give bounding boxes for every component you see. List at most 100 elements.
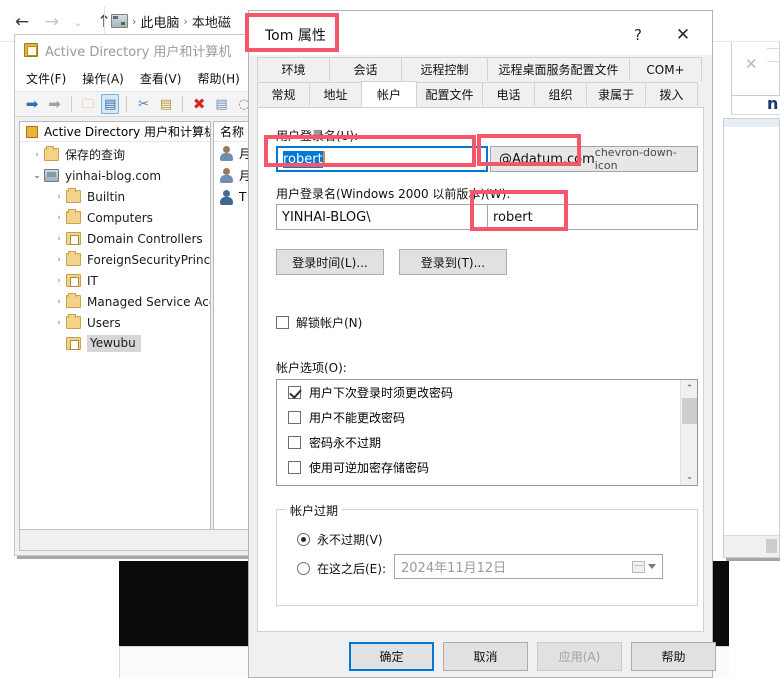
option-row[interactable]: 用户不能更改密码 — [277, 405, 697, 430]
chevron-down-icon[interactable]: ⌄ — [30, 171, 44, 181]
ok-button[interactable]: 确定 — [349, 642, 434, 671]
cancel-button[interactable]: 取消 — [443, 642, 528, 671]
checkbox-box[interactable] — [288, 436, 301, 449]
tree-item-managed-service-accounts[interactable]: › Managed Service Acco — [20, 291, 210, 312]
tab-general[interactable]: 常规 — [257, 82, 310, 106]
back-icon[interactable]: ← — [8, 10, 36, 34]
scroll-thumb[interactable] — [682, 398, 697, 424]
tree-item-it[interactable]: › IT — [20, 270, 210, 291]
back-arrow-icon[interactable]: ➡ — [23, 94, 41, 114]
chevron-down-icon[interactable]: chevron-down-icon — [595, 146, 689, 172]
tab-com-plus[interactable]: COM+ — [629, 57, 702, 81]
checkbox-box[interactable] — [288, 386, 301, 399]
chevron-right-icon[interactable]: › — [52, 255, 66, 265]
option-row[interactable]: 用户下次登录时须更改密码 — [277, 380, 697, 405]
account-options-listbox[interactable]: 用户下次登录时须更改密码 用户不能更改密码 密码永不过期 使用可逆加密存储密码 … — [276, 379, 698, 486]
tree-list: › 保存的查询 ⌄ yinhai-blog.com › Builtin › Co… — [20, 142, 210, 354]
background-panel-header — [724, 119, 779, 127]
tree-item-users[interactable]: › Users — [20, 312, 210, 333]
tab-remote-control[interactable]: 远程控制 — [401, 57, 488, 81]
up-folder-icon[interactable]: 🗀 — [79, 94, 97, 114]
tab-environment[interactable]: 环境 — [257, 57, 330, 81]
user-logon-name-input[interactable]: robert — [276, 146, 488, 172]
menu-view[interactable]: 查看(V) — [140, 70, 182, 87]
background-panel-scroll-thumb[interactable] — [766, 539, 777, 553]
tab-telephones[interactable]: 电话 — [482, 82, 535, 106]
tree-item-yewubu[interactable]: Yewubu — [20, 333, 210, 354]
forward-arrow-icon[interactable]: ➡ — [45, 94, 63, 114]
calendar-icon[interactable] — [632, 560, 656, 573]
tree-item-domain-controllers[interactable]: › Domain Controllers — [20, 228, 210, 249]
forward-icon[interactable]: → — [38, 10, 66, 34]
delete-icon[interactable]: ✖ — [190, 94, 208, 114]
tree-item-label: IT — [87, 273, 98, 288]
tab-sessions[interactable]: 会话 — [329, 57, 402, 81]
tab-dial-in[interactable]: 拨入 — [645, 82, 698, 106]
log-on-to-button[interactable]: 登录到(T)... — [399, 249, 507, 275]
checkbox-box[interactable] — [288, 461, 301, 474]
user-logon-name-value: robert — [283, 150, 323, 168]
breadcrumb[interactable]: › 此电脑 › 本地磁 — [104, 6, 237, 36]
scroll-up-icon[interactable]: ⌃ — [681, 380, 697, 397]
list-item[interactable]: T — [214, 186, 248, 208]
tree-item-domain[interactable]: ⌄ yinhai-blog.com — [20, 165, 210, 186]
checkbox-box[interactable] — [276, 316, 289, 329]
background-close-icon[interactable]: ✕ — [745, 55, 758, 73]
never-expires-radio[interactable]: 永不过期(V) — [297, 531, 383, 548]
tree-item-label: Domain Controllers — [87, 231, 203, 246]
logon-hours-button[interactable]: 登录时间(L)... — [276, 249, 384, 275]
end-of-label: 在这之后(E): — [317, 562, 386, 576]
list-item[interactable]: 月 — [214, 164, 248, 186]
radio-dot[interactable] — [297, 533, 310, 546]
properties-icon[interactable]: ▤ — [212, 94, 230, 114]
chevron-right-icon[interactable]: › — [52, 276, 66, 286]
tab-address[interactable]: 地址 — [309, 82, 362, 106]
menu-help[interactable]: 帮助(H) — [197, 70, 239, 87]
menu-action[interactable]: 操作(A) — [82, 70, 124, 87]
tab-rds-profile[interactable]: 远程桌面服务配置文件 — [487, 57, 630, 81]
options-vertical-scrollbar[interactable]: ⌃ ⌄ — [680, 380, 697, 485]
show-hide-console-tree-icon[interactable]: ▤ — [100, 94, 120, 114]
upn-suffix-combobox[interactable]: @Adatum.com chevron-down-icon — [490, 146, 698, 172]
option-row[interactable]: 使用可逆加密存储密码 — [277, 455, 697, 480]
help-icon[interactable]: ? — [624, 23, 652, 47]
tab-member-of[interactable]: 隶属于 — [586, 82, 646, 106]
paste-icon[interactable]: ▤ — [157, 94, 175, 114]
results-column-header[interactable]: 名称 — [214, 122, 248, 142]
end-of-radio[interactable]: 在这之后(E): — [297, 560, 386, 577]
pre-windows-2000-logon-input[interactable]: robert — [488, 204, 698, 230]
tab-account[interactable]: 帐户 — [361, 81, 417, 107]
chevron-right-icon[interactable]: › — [52, 213, 66, 223]
menu-file[interactable]: 文件(F) — [26, 70, 66, 87]
user-group-icon — [219, 189, 234, 205]
breadcrumb-item-1[interactable]: 本地磁 — [192, 12, 231, 31]
tree-item-computers[interactable]: › Computers — [20, 207, 210, 228]
tab-profile[interactable]: 配置文件 — [416, 82, 483, 106]
chevron-right-icon[interactable]: › — [52, 234, 66, 244]
close-icon[interactable]: ✕ — [668, 23, 698, 47]
unlock-account-checkbox[interactable]: 解锁帐户(N) — [276, 314, 362, 331]
tree-item-saved-queries[interactable]: › 保存的查询 — [20, 144, 210, 165]
dialog-title-bar: Tom 属性 ? ✕ — [249, 11, 712, 55]
chevron-right-icon[interactable]: › — [52, 297, 66, 307]
tab-organization[interactable]: 组织 — [534, 82, 587, 106]
help-button[interactable]: 帮助 — [631, 642, 716, 671]
results-pane: 名称 月 月 T — [213, 121, 249, 551]
list-item[interactable]: 月 — [214, 142, 248, 164]
checkbox-box[interactable] — [288, 411, 301, 424]
option-row[interactable]: 密码永不过期 — [277, 430, 697, 455]
radio-dot[interactable] — [297, 562, 310, 575]
chevron-right-icon[interactable]: › — [30, 150, 44, 160]
scroll-down-icon[interactable]: ⌄ — [681, 468, 697, 485]
tree-item-foreign-security-principals[interactable]: › ForeignSecurityPrincipa — [20, 249, 210, 270]
expiry-date-picker[interactable]: 2024年11月12日 — [394, 554, 663, 579]
cut-icon[interactable]: ✂ — [134, 94, 152, 114]
chevron-right-icon[interactable]: › — [52, 318, 66, 328]
tree-item-label: Managed Service Acco — [87, 294, 211, 309]
recent-locations-icon[interactable]: ⌄ — [68, 10, 88, 34]
chevron-right-icon[interactable]: › — [52, 192, 66, 202]
tree-item-label: Users — [87, 315, 121, 330]
breadcrumb-item-0[interactable]: 此电脑 — [140, 12, 179, 31]
folder-icon — [66, 251, 81, 266]
tree-item-builtin[interactable]: › Builtin — [20, 186, 210, 207]
